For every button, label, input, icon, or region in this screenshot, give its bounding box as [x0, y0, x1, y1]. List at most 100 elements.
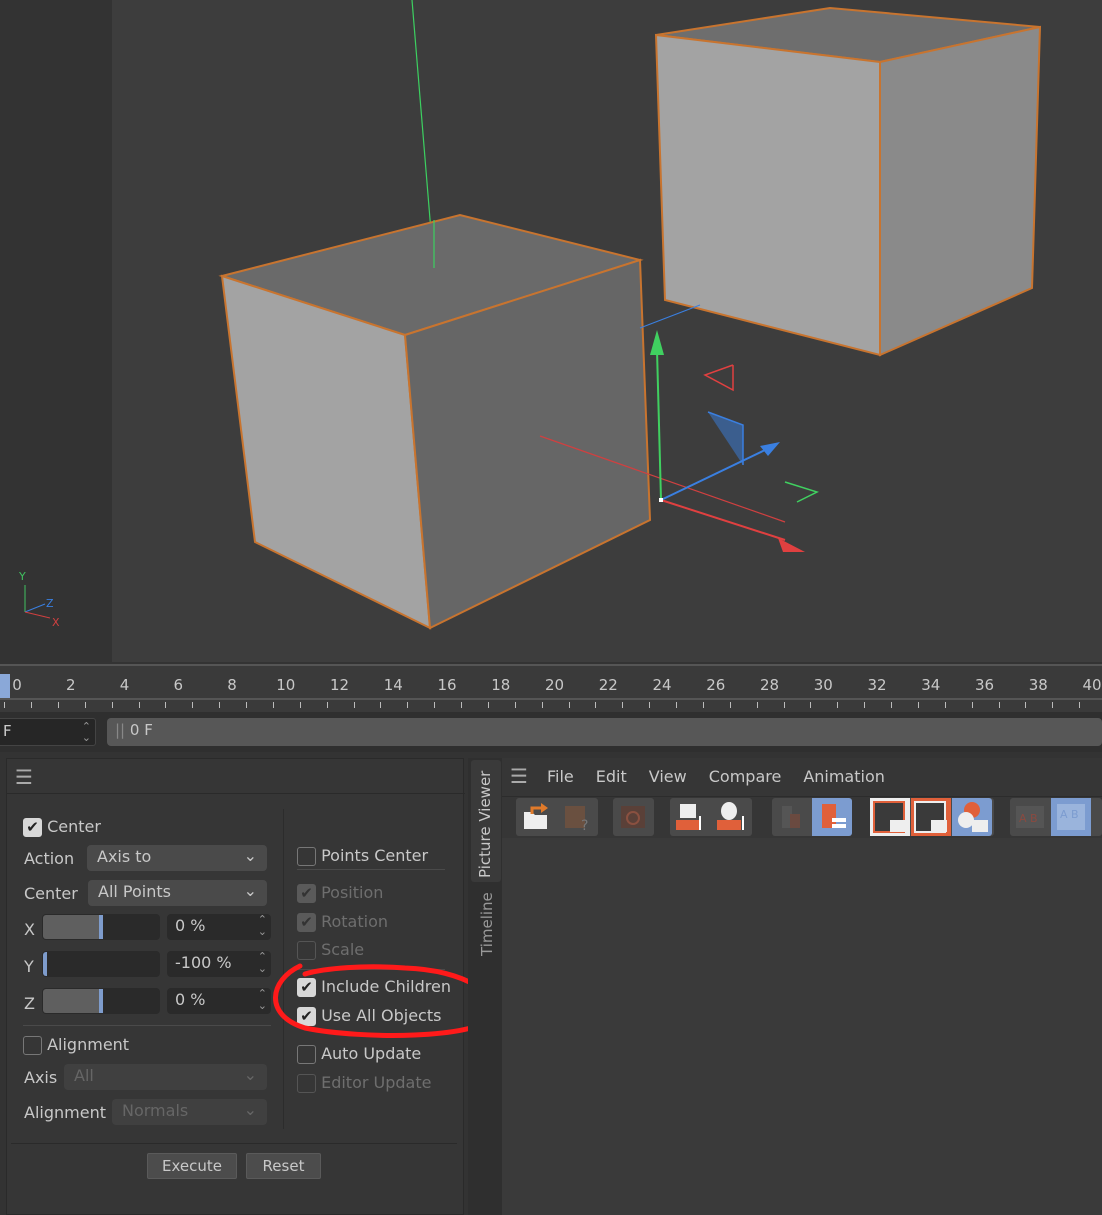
axis-y-label: Y — [18, 570, 26, 583]
tick-label: 20 — [544, 676, 565, 694]
option-label: Auto Update — [321, 1044, 422, 1063]
tick-mark — [702, 702, 704, 708]
current-frame-value: F — [3, 722, 12, 740]
y-label: Y — [24, 957, 34, 976]
z-slider[interactable] — [42, 988, 160, 1014]
center-mode-label: Center — [24, 884, 78, 903]
alignment-checkbox[interactable]: Alignment — [23, 1035, 129, 1055]
alignment-mode-dropdown[interactable]: Normals ⌄ — [112, 1099, 267, 1125]
menu-edit[interactable]: Edit — [596, 767, 627, 786]
reset-button[interactable]: Reset — [246, 1153, 321, 1179]
add-channel-icon[interactable] — [670, 798, 710, 836]
tick-mark — [353, 702, 355, 708]
tick-mark — [192, 702, 194, 708]
3d-viewport[interactable]: Y Z X — [0, 0, 1102, 662]
image-canvas[interactable] — [502, 838, 1102, 1215]
tick-mark — [434, 702, 435, 708]
tick-label: 16 — [437, 676, 457, 694]
y-slider[interactable] — [42, 951, 160, 977]
checkbox-icon[interactable] — [23, 1036, 42, 1055]
menu-view[interactable]: View — [649, 767, 687, 786]
chevron-down-icon: ⌄ — [243, 881, 257, 900]
toolbar-group-layers — [670, 798, 752, 836]
tick-mark — [4, 702, 5, 708]
tick-label: 6 — [173, 676, 184, 694]
tick-label: 8 — [227, 676, 237, 694]
x-slider[interactable] — [42, 914, 160, 940]
hamburger-menu-icon[interactable]: ☰ — [15, 767, 33, 787]
stepper-icon[interactable]: ⌃ ⌄ — [258, 914, 267, 938]
axis-dropdown[interactable]: All ⌄ — [64, 1064, 267, 1090]
checkbox-icon — [297, 1074, 316, 1093]
tick-label: 18 — [491, 676, 511, 694]
tick-mark — [783, 702, 785, 708]
z-field[interactable]: 0 % ⌃ ⌄ — [167, 988, 271, 1014]
tick-label: 4 — [119, 676, 130, 694]
filmstrip-icon[interactable] — [812, 798, 852, 836]
color-compare-icon[interactable] — [952, 798, 992, 836]
y-field[interactable]: -100 % ⌃ ⌄ — [167, 951, 271, 977]
delete-icon[interactable] — [772, 798, 812, 836]
tick-mark — [1025, 702, 1027, 708]
alignment-mode-label: Alignment — [24, 1103, 106, 1122]
view-a-icon[interactable] — [870, 798, 910, 836]
axis-value: All — [74, 1066, 94, 1085]
checkbox-icon: ✔ — [297, 884, 316, 903]
action-value: Axis to — [97, 847, 152, 866]
alignment-label: Alignment — [47, 1035, 130, 1054]
tab-timeline[interactable]: Timeline — [471, 888, 501, 960]
center-label: Center — [47, 817, 101, 836]
option-label: Points Center — [321, 846, 429, 865]
tick-label: 36 — [974, 676, 995, 694]
execute-button[interactable]: Execute — [147, 1153, 237, 1179]
center-mode-dropdown[interactable]: All Points ⌄ — [88, 880, 267, 906]
menu-animation[interactable]: Animation — [803, 767, 885, 786]
menu-compare[interactable]: Compare — [709, 767, 782, 786]
checkbox-icon[interactable] — [297, 1045, 316, 1064]
view-b-icon[interactable] — [911, 798, 951, 836]
timeline-ruler[interactable]: 0 2 4 6 8 10 12 14 16 18 20 22 24 26 28 30 32 34 36 38 40 — [0, 664, 1102, 712]
svg-text:?: ? — [581, 818, 588, 834]
checkbox-icon: ✔ — [297, 913, 316, 932]
tick-mark — [729, 702, 731, 708]
open-file-icon[interactable] — [516, 798, 556, 836]
hamburger-menu-icon[interactable]: ☰ — [510, 766, 528, 786]
action-dropdown[interactable]: Axis to ⌄ — [87, 845, 267, 871]
menu-file[interactable]: File — [547, 767, 574, 786]
toolbar-group-compare — [870, 798, 994, 836]
tick-mark — [917, 702, 919, 708]
checkbox-icon[interactable] — [297, 847, 316, 866]
action-label: Action — [24, 849, 75, 868]
tick-mark — [461, 702, 462, 708]
tick-mark — [84, 702, 86, 708]
x-field[interactable]: 0 % ⌃ ⌄ — [167, 914, 271, 940]
center-checkbox[interactable]: ✔ Center — [23, 817, 101, 837]
cube-front[interactable] — [218, 213, 652, 630]
tick-mark — [971, 702, 973, 708]
save-as-icon[interactable]: ? — [557, 798, 597, 836]
add-layer-icon[interactable] — [711, 798, 751, 836]
cube-back[interactable] — [654, 6, 1042, 357]
ab-compare-icon[interactable]: A B — [1010, 798, 1050, 836]
tick-mark — [272, 702, 274, 708]
x-value: 0 % — [175, 916, 206, 935]
option-label: Position — [321, 883, 384, 902]
option-auto-update[interactable]: Auto Update — [297, 1044, 421, 1064]
checkbox-icon[interactable]: ✔ — [23, 818, 42, 837]
current-frame-field[interactable]: F ⌃ ⌄ — [0, 718, 96, 746]
option-editor-update: Editor Update — [297, 1073, 431, 1093]
axis-x-label: X — [52, 616, 60, 629]
option-points-center[interactable]: Points Center — [297, 846, 428, 866]
stop-render-icon[interactable] — [613, 798, 653, 836]
tab-picture-viewer[interactable]: Picture Viewer — [471, 760, 501, 882]
scene[interactable]: Y Z X — [0, 0, 1102, 662]
tick-mark — [165, 702, 167, 708]
option-label: Scale — [321, 940, 365, 959]
playhead[interactable] — [0, 674, 10, 698]
tick-mark — [57, 702, 59, 708]
frame-slider[interactable]: || 0 F — [107, 718, 1102, 746]
stepper-icon[interactable]: ⌃ ⌄ — [82, 721, 91, 743]
tick-mark — [622, 702, 624, 708]
tick-mark — [1079, 702, 1080, 708]
ab-split-icon[interactable]: A B — [1051, 798, 1091, 836]
